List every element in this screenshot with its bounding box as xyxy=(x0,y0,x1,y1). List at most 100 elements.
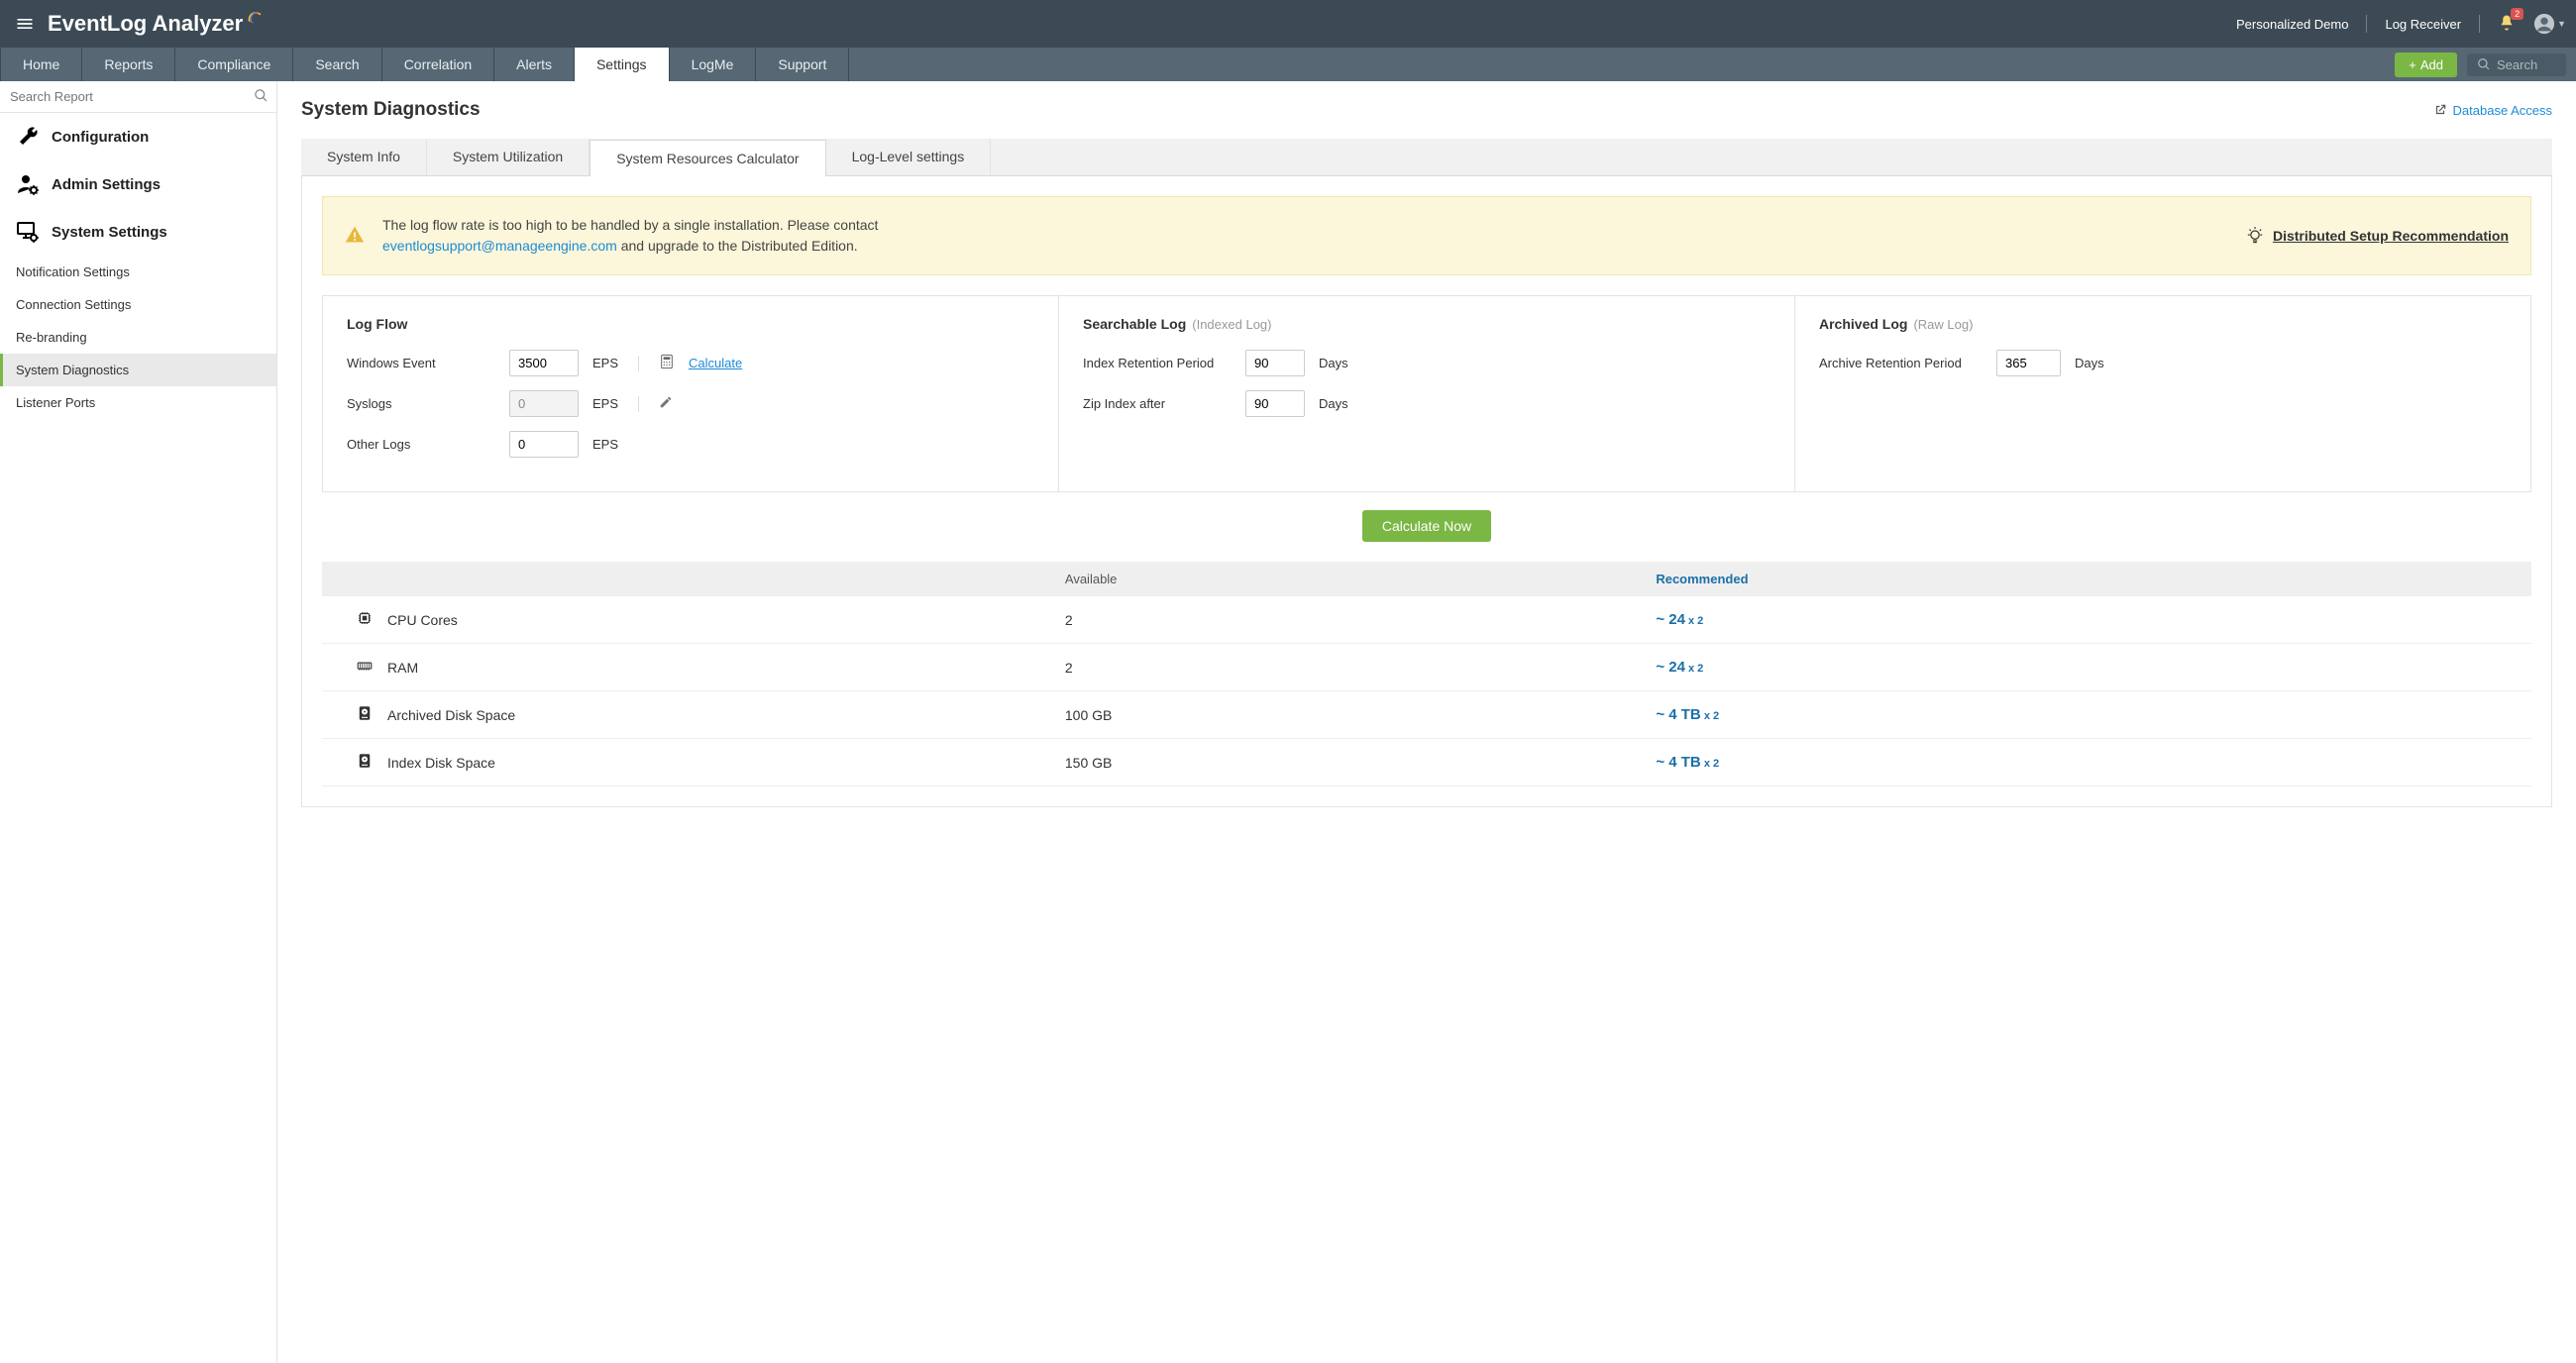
archived-log-title: Archived Log xyxy=(1819,316,1907,332)
hamburger-icon xyxy=(15,14,35,34)
available-value: 150 GB xyxy=(1051,739,1642,786)
notification-badge: 2 xyxy=(2511,8,2523,20)
calculate-link[interactable]: Calculate xyxy=(689,356,742,370)
available-value: 2 xyxy=(1051,596,1642,644)
nav-tab-logme[interactable]: LogMe xyxy=(670,48,757,81)
sidebar: Configuration Admin Settings System Sett… xyxy=(0,81,277,1363)
recommended-value: ~ 4 TB x 2 xyxy=(1656,706,1719,723)
recommended-value: ~ 4 TB x 2 xyxy=(1656,754,1719,771)
zip-index-label: Zip Index after xyxy=(1083,396,1232,411)
sidebar-search-input[interactable] xyxy=(0,81,276,112)
calculate-now-button[interactable]: Calculate Now xyxy=(1362,510,1491,542)
nav-tab-support[interactable]: Support xyxy=(756,48,849,81)
sub-tab-system-utilization[interactable]: System Utilization xyxy=(427,139,590,175)
user-icon xyxy=(2533,13,2555,35)
resource-name: Index Disk Space xyxy=(387,755,495,771)
calculator-icon xyxy=(659,354,675,372)
warning-banner: The log flow rate is too high to be hand… xyxy=(322,196,2531,275)
caret-down-icon: ▼ xyxy=(2557,19,2566,29)
calculator-inputs: Log Flow Windows Event EPS Calculate Sys… xyxy=(322,295,2531,492)
nav-tab-compliance[interactable]: Compliance xyxy=(175,48,293,81)
database-access-link[interactable]: Database Access xyxy=(2433,103,2552,118)
app-logo: EventLog Analyzer xyxy=(48,11,263,37)
plus-icon: + xyxy=(2409,57,2416,72)
search-icon xyxy=(254,88,268,106)
archive-retention-input[interactable] xyxy=(1996,350,2061,376)
sub-tab-log-level-settings[interactable]: Log-Level settings xyxy=(826,139,992,175)
sidebar-item-system-diagnostics[interactable]: System Diagnostics xyxy=(0,354,276,386)
other-logs-input[interactable] xyxy=(509,431,579,458)
index-retention-input[interactable] xyxy=(1245,350,1305,376)
disk-icon xyxy=(356,752,374,773)
results-table: Available Recommended CPU Cores 2 ~ 24 x 2… xyxy=(322,562,2531,786)
available-value: 100 GB xyxy=(1051,691,1642,739)
syslogs-label: Syslogs xyxy=(347,396,495,411)
logo-swoosh-icon xyxy=(247,5,263,31)
support-email-link[interactable]: eventlogsupport@manageengine.com xyxy=(382,238,617,254)
log-receiver-link[interactable]: Log Receiver xyxy=(2385,17,2461,32)
syslogs-input xyxy=(509,390,579,417)
recommended-header: Recommended xyxy=(1642,562,2531,596)
sidebar-section-admin-settings[interactable]: Admin Settings xyxy=(0,160,276,208)
nav-tab-home[interactable]: Home xyxy=(0,48,82,81)
sidebar-item-connection-settings[interactable]: Connection Settings xyxy=(0,288,276,321)
zip-index-input[interactable] xyxy=(1245,390,1305,417)
personalized-demo-link[interactable]: Personalized Demo xyxy=(2236,17,2348,32)
table-row: CPU Cores 2 ~ 24 x 2 xyxy=(322,596,2531,644)
days-unit: Days xyxy=(1319,356,1348,370)
archived-log-subtitle: (Raw Log) xyxy=(1913,317,1973,332)
sub-tab-system-resources-calculator[interactable]: System Resources Calculator xyxy=(590,140,825,176)
index-retention-label: Index Retention Period xyxy=(1083,356,1232,370)
add-button[interactable]: + Add xyxy=(2395,52,2457,77)
sidebar-item-listener-ports[interactable]: Listener Ports xyxy=(0,386,276,419)
table-row: Index Disk Space 150 GB ~ 4 TB x 2 xyxy=(322,739,2531,786)
available-header: Available xyxy=(1051,562,1642,596)
resource-name: RAM xyxy=(387,660,418,676)
log-flow-title: Log Flow xyxy=(347,316,1034,332)
nav-tab-alerts[interactable]: Alerts xyxy=(494,48,575,81)
page-title: System Diagnostics xyxy=(301,99,481,121)
other-logs-label: Other Logs xyxy=(347,437,495,452)
notifications-button[interactable]: 2 xyxy=(2498,14,2516,35)
archive-retention-label: Archive Retention Period xyxy=(1819,356,1983,370)
edit-syslogs-button[interactable] xyxy=(659,395,673,412)
admin-icon xyxy=(16,172,40,196)
nav-tab-reports[interactable]: Reports xyxy=(82,48,175,81)
lightbulb-icon xyxy=(2245,226,2265,246)
wrench-icon xyxy=(16,125,40,149)
system-settings-icon xyxy=(16,220,40,244)
hamburger-menu-button[interactable] xyxy=(10,9,40,39)
warning-icon xyxy=(345,225,365,248)
available-value: 2 xyxy=(1051,644,1642,691)
pencil-icon xyxy=(659,395,673,409)
searchable-log-subtitle: (Indexed Log) xyxy=(1192,317,1271,332)
external-link-icon xyxy=(2433,103,2447,117)
warning-text-post: and upgrade to the Distributed Edition. xyxy=(621,238,858,254)
nav-tab-search[interactable]: Search xyxy=(293,48,381,81)
windows-event-input[interactable] xyxy=(509,350,579,376)
sidebar-item-re-branding[interactable]: Re-branding xyxy=(0,321,276,354)
disk-icon xyxy=(356,704,374,725)
eps-unit: EPS xyxy=(592,437,618,452)
sidebar-item-notification-settings[interactable]: Notification Settings xyxy=(0,256,276,288)
warning-text-pre: The log flow rate is too high to be hand… xyxy=(382,217,878,233)
sidebar-section-system-settings[interactable]: System Settings xyxy=(0,208,276,256)
windows-event-label: Windows Event xyxy=(347,356,495,370)
table-row: RAM2~ 24 x 2 xyxy=(322,644,2531,691)
recommended-value: ~ 24 x 2 xyxy=(1656,611,1703,628)
nav-tab-correlation[interactable]: Correlation xyxy=(382,48,494,81)
sub-tab-system-info[interactable]: System Info xyxy=(301,139,427,175)
sidebar-section-configuration[interactable]: Configuration xyxy=(0,113,276,160)
eps-unit: EPS xyxy=(592,356,618,370)
main-nav: HomeReportsComplianceSearchCorrelationAl… xyxy=(0,48,2576,81)
eps-unit: EPS xyxy=(592,396,618,411)
days-unit: Days xyxy=(1319,396,1348,411)
user-menu-button[interactable]: ▼ xyxy=(2533,13,2566,35)
distributed-setup-link[interactable]: Distributed Setup Recommendation xyxy=(2273,228,2509,244)
resource-name: Archived Disk Space xyxy=(387,707,515,723)
global-search-input[interactable]: Search xyxy=(2467,53,2566,76)
nav-tab-settings[interactable]: Settings xyxy=(575,48,670,81)
resource-name: CPU Cores xyxy=(387,612,458,628)
days-unit: Days xyxy=(2075,356,2104,370)
search-icon xyxy=(2477,57,2491,71)
